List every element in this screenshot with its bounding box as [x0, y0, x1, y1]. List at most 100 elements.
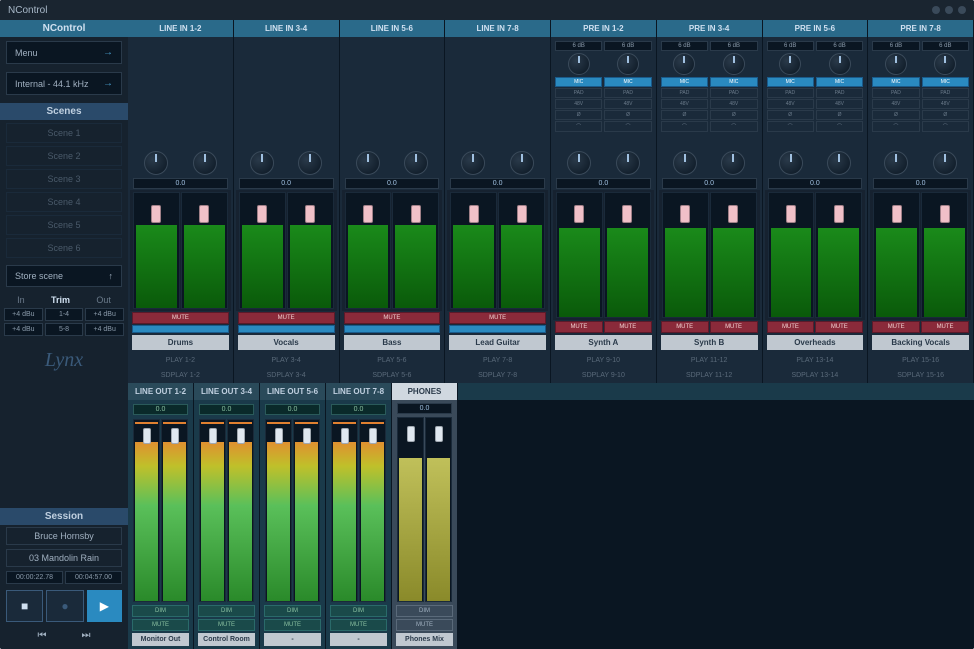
fader-handle[interactable]: [407, 426, 415, 442]
sdplay-tab[interactable]: SDPLAY 3-4: [234, 368, 340, 383]
pan-knob[interactable]: [356, 151, 380, 175]
fader-handle[interactable]: [303, 428, 311, 444]
fader-handle[interactable]: [257, 205, 267, 223]
pan-knob[interactable]: [144, 151, 168, 175]
pan-knob[interactable]: [193, 151, 217, 175]
scene-slot[interactable]: Scene 3: [6, 169, 122, 189]
phase-button[interactable]: Ø: [710, 110, 757, 120]
phantom-button[interactable]: 48V: [604, 99, 651, 109]
hpf-button[interactable]: ⌒: [816, 121, 863, 132]
output-tab[interactable]: LINE OUT 5-6: [260, 383, 326, 400]
sdplay-tab[interactable]: SDPLAY 13-14: [763, 368, 869, 383]
mute-button[interactable]: MUTE: [710, 321, 758, 333]
hpf-button[interactable]: ⌒: [555, 121, 602, 132]
sdplay-tab[interactable]: SDPLAY 7-8: [445, 368, 551, 383]
hpf-button[interactable]: ⌒: [767, 121, 814, 132]
phantom-button[interactable]: 48V: [767, 99, 814, 109]
fader-handle[interactable]: [680, 205, 690, 223]
play-tab[interactable]: PLAY 15-16: [868, 353, 974, 368]
pan-knob[interactable]: [827, 151, 851, 175]
phantom-button[interactable]: 48V: [661, 99, 708, 109]
output-tab[interactable]: LINE OUT 3-4: [194, 383, 260, 400]
output-label[interactable]: Control Room: [198, 633, 255, 646]
menu-button[interactable]: Menu →: [6, 41, 122, 64]
sdplay-tab[interactable]: SDPLAY 9-10: [551, 368, 657, 383]
mute-button[interactable]: MUTE: [344, 312, 441, 324]
mute-button[interactable]: MUTE: [604, 321, 652, 333]
dim-button[interactable]: DIM: [330, 605, 387, 617]
play-button[interactable]: ▶: [87, 590, 122, 622]
stop-button[interactable]: ■: [6, 590, 43, 622]
mute-button[interactable]: MUTE: [396, 619, 453, 631]
pad-button[interactable]: PAD: [767, 88, 814, 98]
mute-button[interactable]: MUTE: [132, 619, 189, 631]
output-label[interactable]: -: [264, 633, 321, 646]
dbu-button[interactable]: +4 dBu: [4, 323, 43, 336]
hpf-button[interactable]: ⌒: [872, 121, 919, 132]
mute-button[interactable]: MUTE: [264, 619, 321, 631]
channel-label[interactable]: Backing Vocals: [872, 335, 969, 350]
prev-button[interactable]: ⏮: [38, 630, 47, 641]
record-button[interactable]: ●: [46, 590, 83, 622]
pan-knob[interactable]: [567, 151, 591, 175]
fader-handle[interactable]: [728, 205, 738, 223]
scene-slot[interactable]: Scene 4: [6, 192, 122, 212]
hpf-button[interactable]: ⌒: [922, 121, 969, 132]
pan-knob[interactable]: [250, 151, 274, 175]
fader-handle[interactable]: [275, 428, 283, 444]
phase-button[interactable]: Ø: [922, 110, 969, 120]
gain-knob[interactable]: [568, 53, 590, 75]
dbu-button[interactable]: +4 dBu: [4, 308, 43, 321]
sdplay-tab[interactable]: SDPLAY 5-6: [340, 368, 446, 383]
phantom-button[interactable]: 48V: [816, 99, 863, 109]
pan-knob[interactable]: [721, 151, 745, 175]
solo-button[interactable]: [449, 325, 546, 333]
dim-button[interactable]: DIM: [132, 605, 189, 617]
trim-trim[interactable]: Trim: [51, 295, 70, 305]
fader-handle[interactable]: [199, 205, 209, 223]
mute-button[interactable]: MUTE: [198, 619, 255, 631]
pan-knob[interactable]: [461, 151, 485, 175]
play-tab[interactable]: PLAY 5-6: [340, 353, 446, 368]
pad-button[interactable]: PAD: [604, 88, 651, 98]
fader-handle[interactable]: [940, 205, 950, 223]
scene-slot[interactable]: Scene 2: [6, 146, 122, 166]
fader-handle[interactable]: [469, 205, 479, 223]
fader-handle[interactable]: [171, 428, 179, 444]
window-controls[interactable]: [932, 6, 966, 14]
pan-knob[interactable]: [404, 151, 428, 175]
dbu-button[interactable]: 1-4: [45, 308, 84, 321]
sdplay-tab[interactable]: SDPLAY 15-16: [868, 368, 974, 383]
dim-button[interactable]: DIM: [396, 605, 453, 617]
fader-handle[interactable]: [834, 205, 844, 223]
solo-button[interactable]: [238, 325, 335, 333]
solo-button[interactable]: [344, 325, 441, 333]
scene-slot[interactable]: Scene 6: [6, 238, 122, 258]
fader-handle[interactable]: [892, 205, 902, 223]
next-button[interactable]: ⏭: [82, 630, 91, 641]
phantom-button[interactable]: 48V: [872, 99, 919, 109]
input-tab[interactable]: PRE IN 3-4: [657, 20, 763, 37]
hpf-button[interactable]: ⌒: [604, 121, 651, 132]
fader-handle[interactable]: [143, 428, 151, 444]
gain-knob[interactable]: [673, 53, 695, 75]
mute-button[interactable]: MUTE: [132, 312, 229, 324]
play-tab[interactable]: PLAY 3-4: [234, 353, 340, 368]
scene-slot[interactable]: Scene 5: [6, 215, 122, 235]
channel-label[interactable]: Drums: [132, 335, 229, 350]
gain-knob[interactable]: [934, 53, 956, 75]
dbu-button[interactable]: 5-8: [45, 323, 84, 336]
phase-button[interactable]: Ø: [767, 110, 814, 120]
pan-knob[interactable]: [298, 151, 322, 175]
play-tab[interactable]: PLAY 11-12: [657, 353, 763, 368]
phantom-button[interactable]: 48V: [555, 99, 602, 109]
output-label[interactable]: Monitor Out: [132, 633, 189, 646]
phase-button[interactable]: Ø: [555, 110, 602, 120]
channel-label[interactable]: Lead Guitar: [449, 335, 546, 350]
sdplay-tab[interactable]: SDPLAY 11-12: [657, 368, 763, 383]
fader-handle[interactable]: [151, 205, 161, 223]
play-tab[interactable]: PLAY 9-10: [551, 353, 657, 368]
output-label[interactable]: -: [330, 633, 387, 646]
output-tab[interactable]: PHONES: [392, 383, 458, 400]
mute-button[interactable]: MUTE: [815, 321, 863, 333]
